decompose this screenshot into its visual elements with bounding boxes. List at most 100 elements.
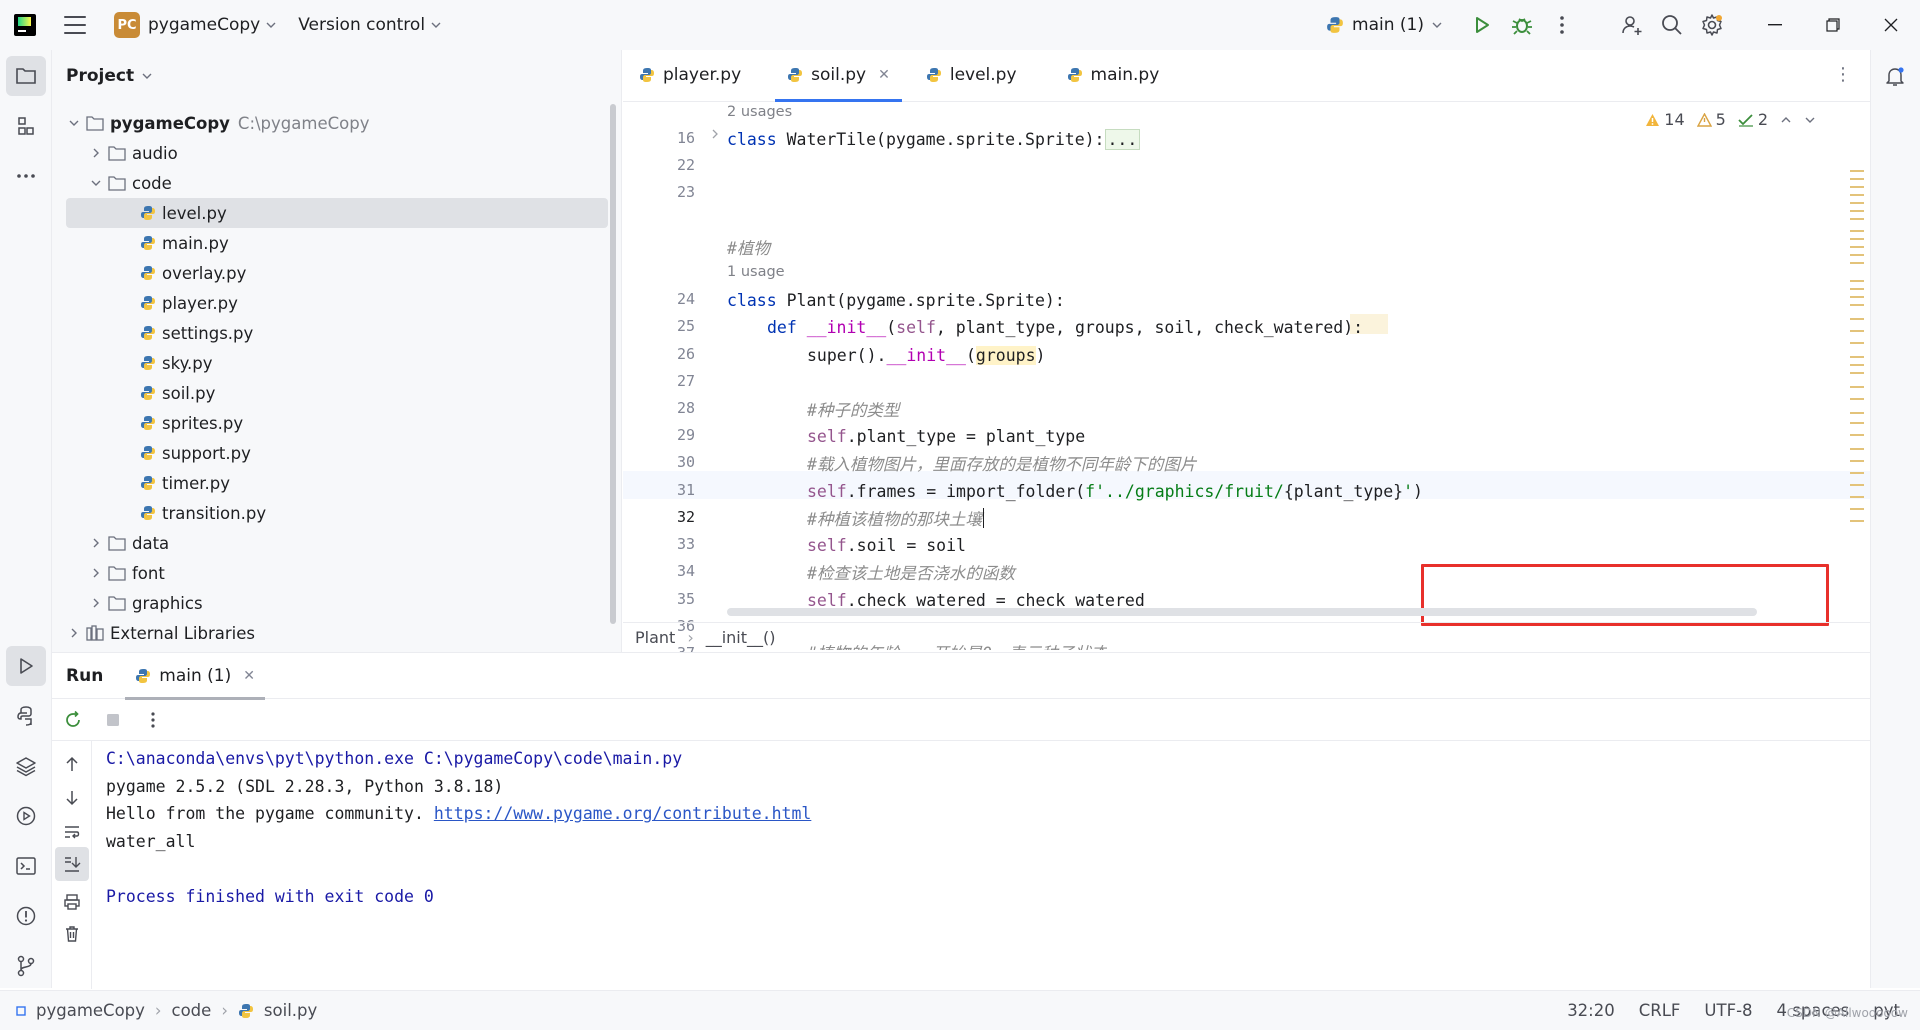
run-tool-button[interactable] — [6, 646, 46, 686]
error-stripe-mark[interactable] — [1850, 318, 1864, 320]
breadcrumb-method[interactable]: __init__() — [706, 628, 776, 647]
tree-external-libraries[interactable]: External Libraries — [66, 618, 255, 648]
code-line-34[interactable]: #检查该土地是否浇水的函数 — [807, 558, 1015, 586]
tree-folder-font[interactable]: font — [88, 558, 165, 588]
code-line-24[interactable]: class Plant(pygame.sprite.Sprite): — [727, 286, 1065, 314]
tree-file[interactable]: transition.py — [140, 498, 266, 528]
run-more-button[interactable] — [136, 703, 170, 737]
structure-tool-button[interactable] — [6, 106, 46, 146]
soft-wrap-button[interactable] — [55, 815, 89, 849]
problems-button[interactable] — [6, 896, 46, 936]
code-line-28[interactable]: #种子的类型 — [807, 395, 899, 423]
stop-button[interactable] — [96, 703, 130, 737]
close-tab-icon[interactable]: ✕ — [243, 668, 255, 684]
error-stripe-mark[interactable] — [1850, 304, 1864, 306]
error-stripe-mark[interactable] — [1850, 230, 1864, 232]
error-stripe-mark[interactable] — [1850, 434, 1864, 436]
terminal-button[interactable] — [6, 846, 46, 886]
error-stripe-mark[interactable] — [1850, 398, 1864, 400]
error-stripe-mark[interactable] — [1850, 460, 1864, 462]
tree-file[interactable]: support.py — [140, 438, 251, 468]
vcs-menu[interactable]: Version control — [298, 15, 441, 35]
usages-hint[interactable]: 1 usage — [727, 264, 785, 280]
tree-file[interactable]: sprites.py — [140, 408, 243, 438]
error-stripe-mark[interactable] — [1850, 186, 1864, 188]
error-stripe-mark[interactable] — [1850, 218, 1864, 220]
debug-button[interactable] — [1502, 5, 1542, 45]
console-output[interactable]: C:\anaconda\envs\pyt\python.exe C:\pygam… — [106, 749, 811, 914]
error-stripe-mark[interactable] — [1850, 448, 1864, 450]
error-stripe-mark[interactable] — [1850, 520, 1864, 522]
close-tab-icon[interactable]: ✕ — [878, 67, 890, 83]
tree-file[interactable]: settings.py — [140, 318, 253, 348]
error-stripe-mark[interactable] — [1850, 412, 1864, 414]
scroll-down-button[interactable] — [55, 781, 89, 815]
error-stripe-mark[interactable] — [1850, 238, 1864, 240]
python-console-button[interactable] — [6, 696, 46, 736]
scroll-up-button[interactable] — [55, 747, 89, 781]
tree-folder-graphics[interactable]: graphics — [88, 588, 203, 618]
error-stripe-mark[interactable] — [1850, 288, 1864, 290]
more-actions-button[interactable] — [1542, 5, 1582, 45]
fold-expand-icon[interactable] — [711, 129, 719, 139]
tree-file[interactable]: soil.py — [140, 378, 215, 408]
scroll-to-end-button[interactable] — [55, 847, 89, 881]
code-line-23[interactable]: #植物 — [727, 233, 770, 261]
chevron-down-icon[interactable] — [1804, 115, 1816, 125]
close-window-button[interactable] — [1862, 0, 1920, 50]
error-stripe-mark[interactable] — [1850, 194, 1864, 196]
minimize-button[interactable] — [1746, 0, 1804, 50]
status-crumb-file[interactable]: soil.py — [264, 1001, 317, 1020]
error-stripe-mark[interactable] — [1850, 296, 1864, 298]
restore-button[interactable] — [1804, 0, 1862, 50]
more-tools-button[interactable] — [6, 156, 46, 196]
code-with-me-button[interactable] — [1612, 5, 1652, 45]
breadcrumb-class[interactable]: Plant — [635, 628, 675, 647]
project-switcher[interactable]: pygameCopy — [148, 15, 276, 35]
print-button[interactable] — [55, 885, 89, 919]
folded-region[interactable]: ... — [1104, 128, 1141, 150]
inspection-widget[interactable]: 14 5 2 — [1645, 110, 1816, 129]
services-button[interactable] — [6, 796, 46, 836]
git-button[interactable] — [6, 946, 46, 986]
main-menu-button[interactable] — [64, 16, 86, 34]
error-stripe-mark[interactable] — [1850, 496, 1864, 498]
caret-position[interactable]: 32:20 — [1567, 1001, 1615, 1020]
console-link[interactable]: https://www.pygame.org/contribute.html — [434, 804, 812, 823]
error-stripe-mark[interactable] — [1850, 202, 1864, 204]
code-line-29[interactable]: self .plant_type = plant_type — [807, 422, 1085, 450]
chevron-up-icon[interactable] — [1780, 115, 1792, 125]
notifications-button[interactable] — [1875, 56, 1915, 96]
tree-file[interactable]: sky.py — [140, 348, 212, 378]
error-stripe-mark[interactable] — [1850, 342, 1864, 344]
usages-hint[interactable]: 2 usages — [727, 104, 792, 120]
project-tool-button[interactable] — [6, 56, 46, 96]
run-tab-main[interactable]: main (1) ✕ — [125, 653, 265, 700]
error-stripe-mark[interactable] — [1850, 386, 1864, 388]
tree-file[interactable]: timer.py — [140, 468, 230, 498]
search-everywhere-button[interactable] — [1652, 5, 1692, 45]
status-crumb-project[interactable]: pygameCopy — [36, 1001, 145, 1020]
error-stripe-mark[interactable] — [1850, 472, 1864, 474]
editor-more-icon[interactable]: ⋮ — [1834, 64, 1852, 85]
error-stripe-mark[interactable] — [1850, 484, 1864, 486]
rerun-button[interactable] — [56, 703, 90, 737]
tree-root[interactable]: pygameCopy C:\pygameCopy — [66, 108, 369, 138]
tree-folder-code[interactable]: code — [88, 168, 172, 198]
error-stripe-mark[interactable] — [1850, 372, 1864, 374]
run-button[interactable] — [1462, 5, 1502, 45]
error-stripe-mark[interactable] — [1850, 422, 1864, 424]
error-stripe-mark[interactable] — [1850, 508, 1864, 510]
error-stripe-mark[interactable] — [1850, 356, 1864, 358]
status-crumb-folder[interactable]: code — [172, 1001, 212, 1020]
project-scrollbar[interactable] — [610, 104, 616, 624]
tab-soil-py[interactable]: soil.py ✕ — [771, 49, 906, 102]
python-packages-button[interactable] — [6, 746, 46, 786]
error-stripe-mark[interactable] — [1850, 170, 1864, 172]
code-line-26[interactable]: super(). __init__(groups) — [807, 341, 1045, 369]
line-separator[interactable]: CRLF — [1639, 1001, 1681, 1020]
project-panel-header[interactable]: Project — [52, 50, 621, 102]
error-stripe[interactable] — [1850, 150, 1866, 630]
tree-file[interactable]: overlay.py — [140, 258, 246, 288]
error-stripe-mark[interactable] — [1850, 210, 1864, 212]
